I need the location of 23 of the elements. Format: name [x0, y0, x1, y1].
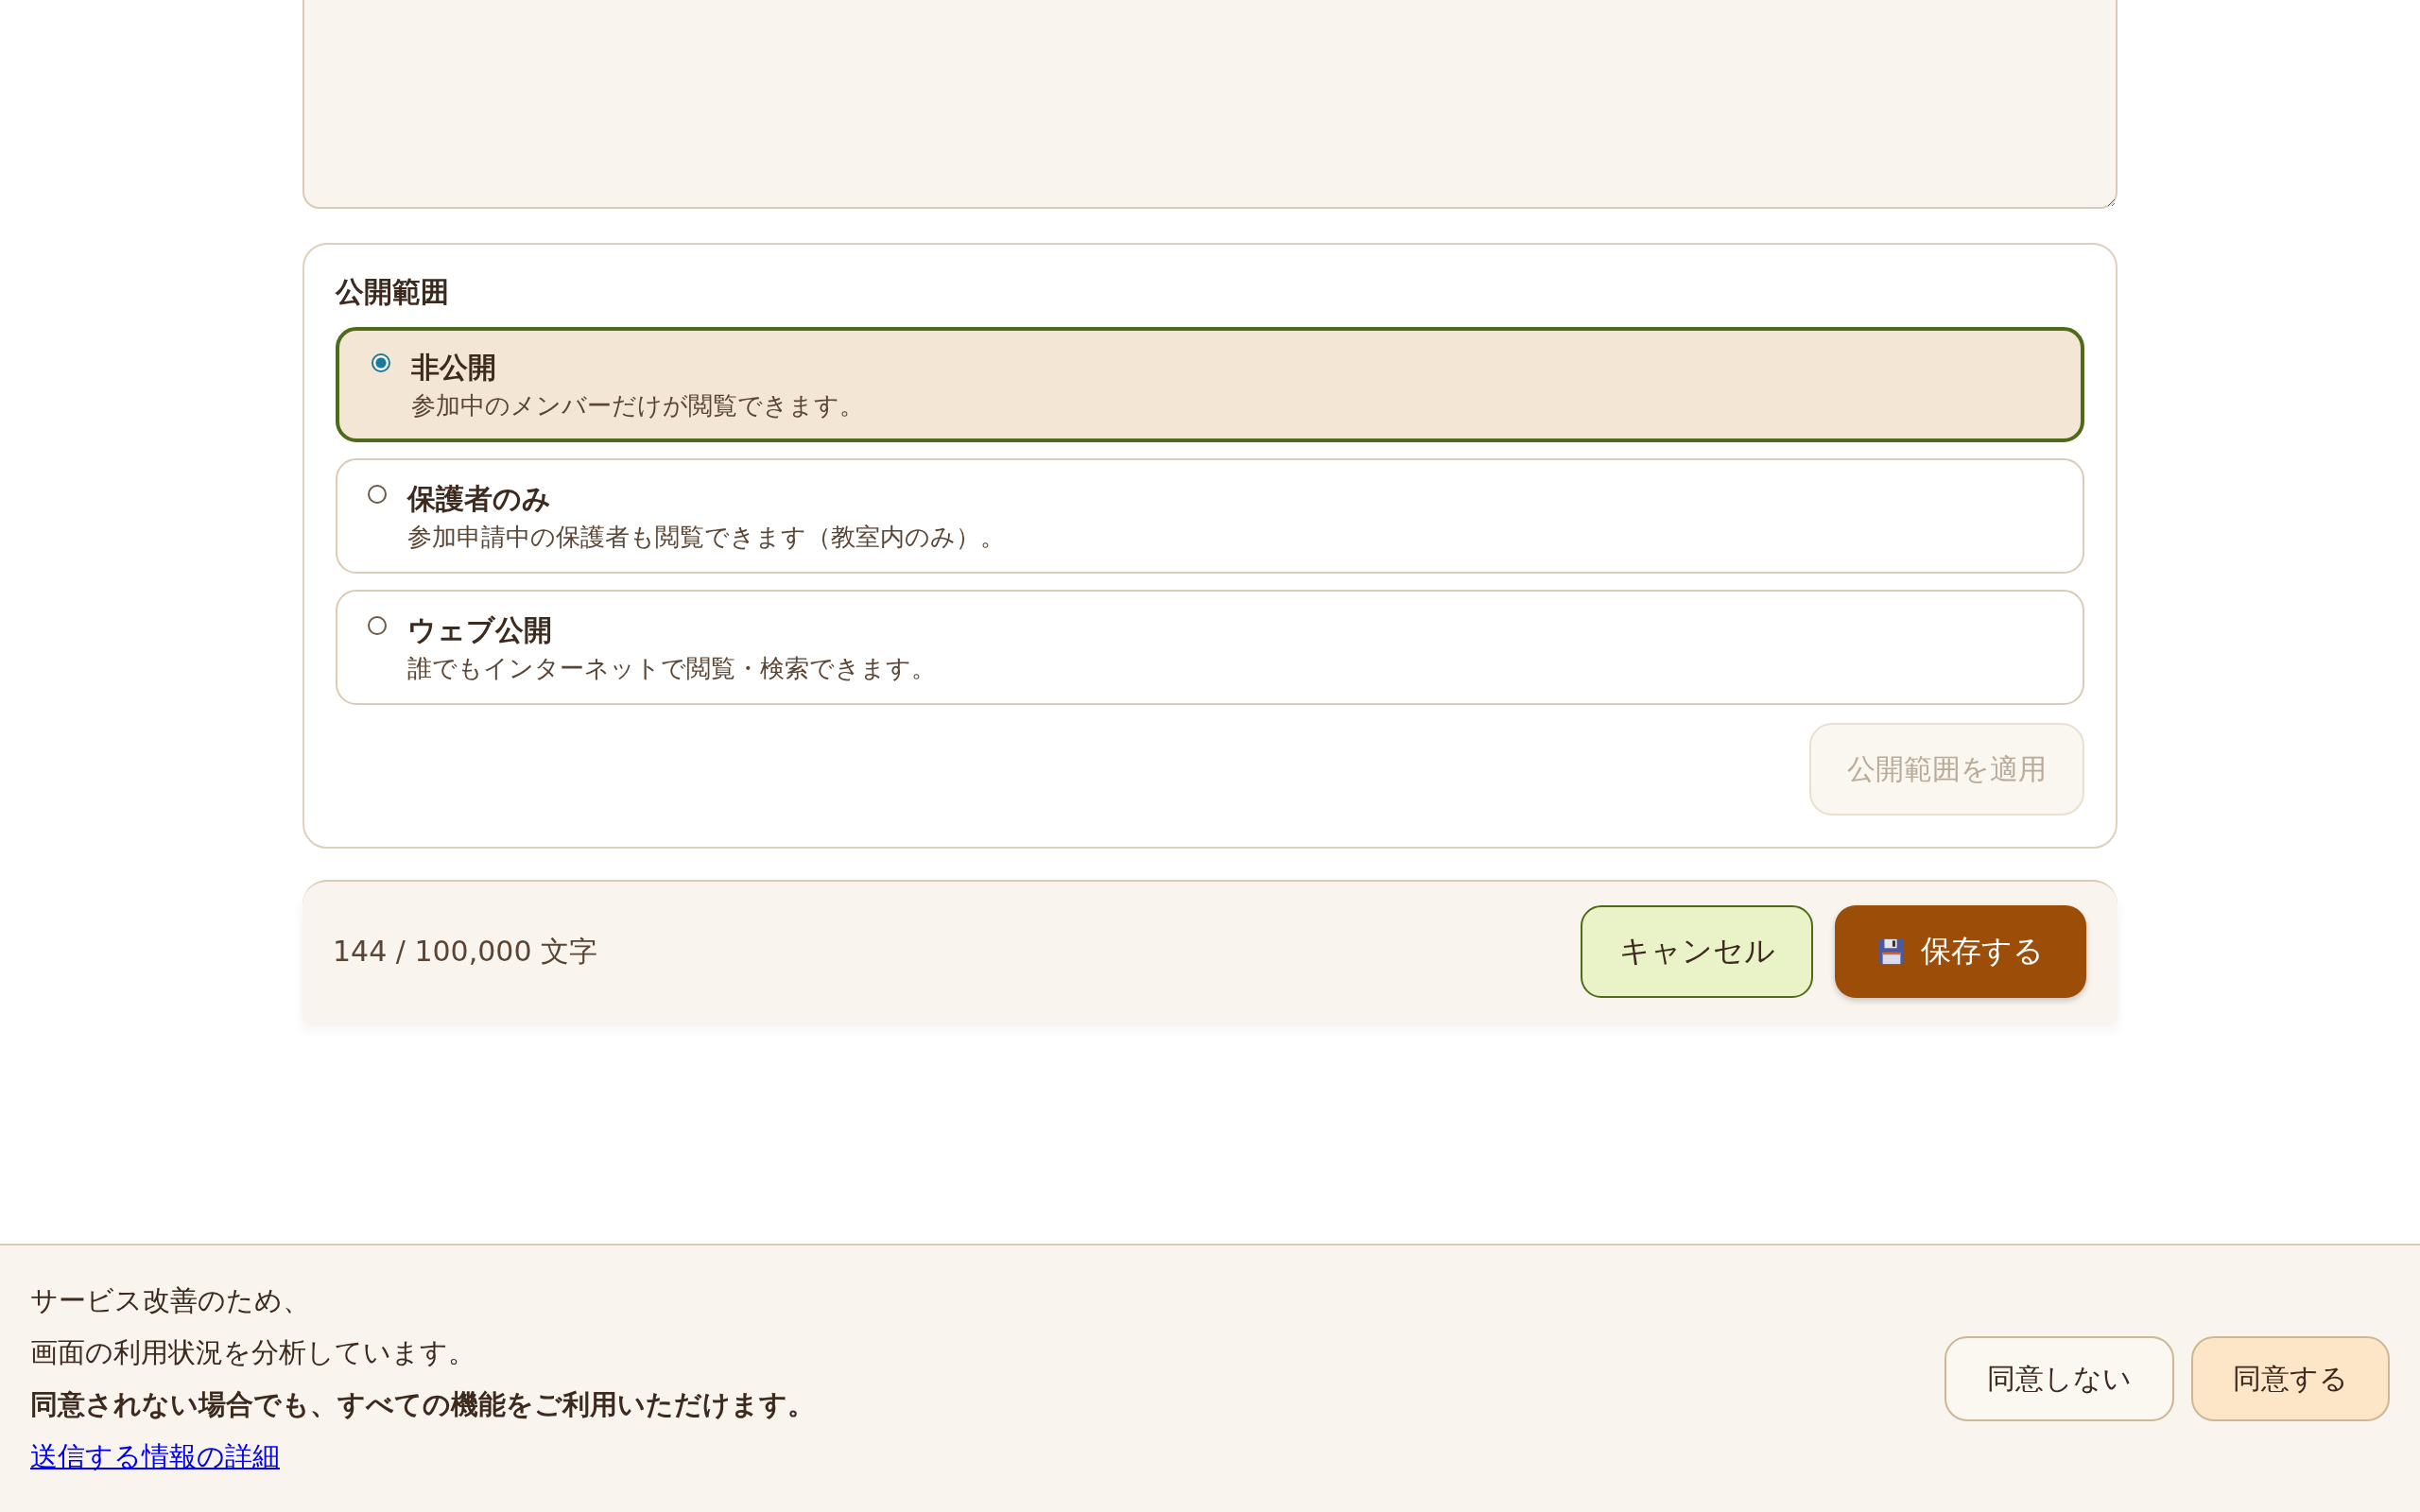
section-heading: 公開範囲 [336, 274, 450, 310]
visibility-option[interactable]: 非公開 参加中のメンバーだけが閲覧できます。 [336, 327, 2084, 442]
radio-button[interactable] [368, 485, 387, 504]
visibility-option[interactable]: ウェブ公開 誰でもインターネットで閲覧・検索できます。 [336, 590, 2084, 705]
details-link[interactable]: 送信する情報の詳細 [30, 1431, 280, 1483]
option-description: 参加中のメンバーだけが閲覧できます。 [411, 390, 864, 421]
banner-note: 同意されない場合でも、すべての機能をご利用いただけます。 [30, 1387, 815, 1422]
radio-button[interactable] [368, 616, 387, 635]
option-description: 参加申請中の保護者も閲覧できます（教室内のみ）。 [407, 522, 1005, 553]
radio-button[interactable] [372, 353, 390, 372]
character-count: 144 / 100,000 文字 [333, 933, 598, 970]
option-title: ウェブ公開 [407, 612, 553, 648]
option-description: 誰でもインターネットで閲覧・検索できます。 [407, 653, 936, 684]
accept-button[interactable]: 同意する [2191, 1336, 2390, 1421]
save-button[interactable]: 保存する [1835, 905, 2086, 998]
text-input-field[interactable] [302, 0, 2118, 209]
banner-message: サービス改善のため、 [30, 1283, 310, 1318]
decline-button[interactable]: 同意しない [1945, 1336, 2174, 1421]
option-title: 非公開 [411, 350, 497, 386]
cancel-button[interactable]: キャンセル [1581, 905, 1813, 998]
visibility-option[interactable]: 保護者のみ 参加申請中の保護者も閲覧できます（教室内のみ）。 [336, 458, 2084, 574]
option-title: 保護者のみ [407, 481, 552, 517]
banner-message: 画面の利用状況を分析しています。 [30, 1335, 475, 1370]
